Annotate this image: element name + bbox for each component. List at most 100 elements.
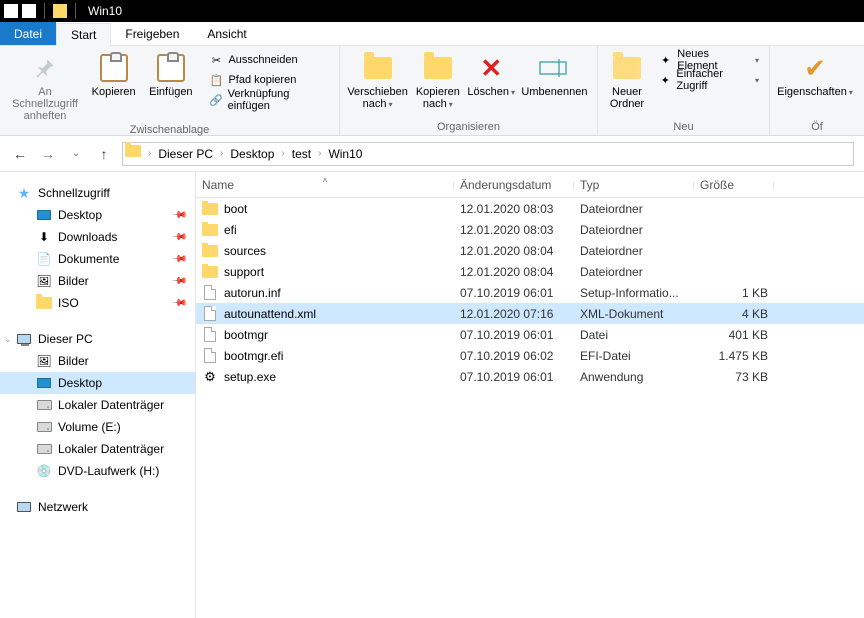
nav-quick-access[interactable]: ★Schnellzugriff	[0, 182, 195, 204]
folder-icon	[125, 145, 143, 163]
tab-file[interactable]: Datei	[0, 22, 56, 45]
file-size: 401 KB	[694, 328, 774, 342]
breadcrumb-item[interactable]: Dieser PC	[156, 147, 215, 161]
file-date: 12.01.2020 08:04	[454, 244, 574, 258]
pin-icon: 📌	[170, 295, 187, 312]
file-row[interactable]: ⚙setup.exe07.10.2019 06:01Anwendung73 KB	[196, 366, 864, 387]
copy-to-button[interactable]: Kopieren nach▾	[411, 50, 464, 119]
breadcrumb-item[interactable]: Win10	[326, 147, 364, 161]
new-folder-button[interactable]: Neuer Ordner	[604, 50, 650, 119]
nav-this-pc[interactable]: ⌄Dieser PC	[0, 328, 195, 350]
sys-icon	[22, 4, 36, 18]
nav-item[interactable]: 🖼Bilder📌	[0, 270, 195, 292]
file-row[interactable]: efi12.01.2020 08:03Dateiordner	[196, 219, 864, 240]
delete-icon: ✕	[475, 52, 507, 84]
file-type: Dateiordner	[574, 265, 694, 279]
group-label: Organisieren	[346, 119, 591, 135]
file-size: 1.475 KB	[694, 349, 774, 363]
sys-icon	[4, 4, 18, 18]
column-headers: ˄Name Änderungsdatum Typ Größe	[196, 172, 864, 198]
nav-item[interactable]: Desktop	[0, 372, 195, 394]
delete-button[interactable]: ✕ Löschen▾	[467, 50, 516, 119]
file-row[interactable]: autounattend.xml12.01.2020 07:16XML-Doku…	[196, 303, 864, 324]
file-name: boot	[224, 202, 247, 216]
file-list: ˄Name Änderungsdatum Typ Größe boot 12.01…	[196, 172, 864, 618]
file-date: 12.01.2020 08:03	[454, 223, 574, 237]
paste-icon	[155, 52, 187, 84]
breadcrumb-item[interactable]: test	[290, 147, 313, 161]
new-folder-icon	[611, 52, 643, 84]
copy-icon	[98, 52, 130, 84]
file-row[interactable]: boot 12.01.2020 08:03Dateiordner	[196, 198, 864, 219]
file-row[interactable]: bootmgr.efi07.10.2019 06:02EFI-Datei1.47…	[196, 345, 864, 366]
nav-item[interactable]: Desktop📌	[0, 204, 195, 226]
tab-share[interactable]: Freigeben	[111, 22, 193, 45]
nav-item[interactable]: ISO📌	[0, 292, 195, 314]
file-type: Dateiordner	[574, 202, 694, 216]
paste-link-button[interactable]: 🔗Verknüpfung einfügen	[204, 90, 333, 110]
move-to-button[interactable]: Verschieben nach▾	[346, 50, 409, 119]
scissors-icon: ✂	[208, 52, 224, 68]
copy-button[interactable]: Kopieren	[86, 50, 141, 122]
col-type[interactable]: Typ	[574, 178, 694, 192]
properties-icon: ✔	[799, 52, 831, 84]
breadcrumb-box[interactable]: › Dieser PC › Desktop › test › Win10	[122, 142, 854, 166]
file-icon: ⚙	[202, 369, 218, 385]
file-icon	[202, 285, 218, 301]
easy-access-button[interactable]: ✦Einfacher Zugriff▾	[654, 70, 763, 90]
col-date[interactable]: Änderungsdatum	[454, 178, 574, 192]
file-row[interactable]: support12.01.2020 08:04Dateiordner	[196, 261, 864, 282]
file-icon	[202, 222, 218, 238]
item-icon	[36, 207, 52, 223]
nav-fwd-button[interactable]: →	[38, 144, 58, 164]
menu-tabs: Datei Start Freigeben Ansicht	[0, 22, 864, 46]
col-name[interactable]: ˄Name	[196, 178, 454, 192]
file-size: 4 KB	[694, 307, 774, 321]
group-label: Zwischenablage	[6, 122, 333, 138]
file-row[interactable]: autorun.inf07.10.2019 06:01Setup-Informa…	[196, 282, 864, 303]
nav-item[interactable]: Lokaler Datenträger	[0, 394, 195, 416]
nav-item[interactable]: Volume (E:)	[0, 416, 195, 438]
pc-icon	[16, 331, 32, 347]
file-date: 12.01.2020 08:03	[454, 202, 574, 216]
new-item-icon: ✦	[658, 52, 673, 68]
file-row[interactable]: sources12.01.2020 08:04Dateiordner	[196, 240, 864, 261]
address-bar: ← → ⌄ ↑ › Dieser PC › Desktop › test › W…	[0, 136, 864, 172]
col-size[interactable]: Größe	[694, 178, 774, 192]
file-name: autounattend.xml	[224, 307, 316, 321]
paste-button[interactable]: Einfügen	[143, 50, 198, 122]
file-row[interactable]: bootmgr07.10.2019 06:01Datei401 KB	[196, 324, 864, 345]
nav-item[interactable]: ⬇Downloads📌	[0, 226, 195, 248]
tab-start[interactable]: Start	[56, 23, 111, 46]
file-icon	[202, 264, 218, 280]
star-icon: ★	[16, 185, 32, 201]
nav-item[interactable]: 📄Dokumente📌	[0, 248, 195, 270]
new-item-button[interactable]: ✦Neues Element▾	[654, 50, 763, 70]
nav-network[interactable]: Netzwerk	[0, 496, 195, 518]
item-icon	[36, 419, 52, 435]
file-icon	[202, 327, 218, 343]
nav-item[interactable]: 🖼Bilder	[0, 350, 195, 372]
properties-button[interactable]: ✔ Eigenschaften▾	[776, 50, 854, 119]
nav-back-button[interactable]: ←	[10, 144, 30, 164]
copyto-icon	[422, 52, 454, 84]
pin-quickaccess-button[interactable]: An Schnellzugriff anheften	[6, 50, 84, 122]
nav-item[interactable]: Lokaler Datenträger	[0, 438, 195, 460]
file-name: setup.exe	[224, 370, 276, 384]
cut-button[interactable]: ✂Ausschneiden	[204, 50, 333, 70]
item-icon: ⬇	[36, 229, 52, 245]
file-type: Setup-Informatio...	[574, 286, 694, 300]
nav-item[interactable]: 💿DVD-Laufwerk (H:)	[0, 460, 195, 482]
tab-view[interactable]: Ansicht	[193, 22, 260, 45]
file-type: XML-Dokument	[574, 307, 694, 321]
nav-up-button[interactable]: ↑	[94, 144, 114, 164]
pin-icon: 📌	[170, 273, 187, 290]
nav-history-button[interactable]: ⌄	[66, 144, 86, 164]
copy-path-button[interactable]: 📋Pfad kopieren	[204, 70, 333, 90]
rename-icon	[538, 52, 570, 84]
breadcrumb-item[interactable]: Desktop	[228, 147, 276, 161]
path-icon: 📋	[208, 72, 224, 88]
rename-button[interactable]: Umbenennen	[518, 50, 591, 119]
title-bar: Win10	[0, 0, 864, 22]
group-label: Neu	[604, 119, 763, 135]
